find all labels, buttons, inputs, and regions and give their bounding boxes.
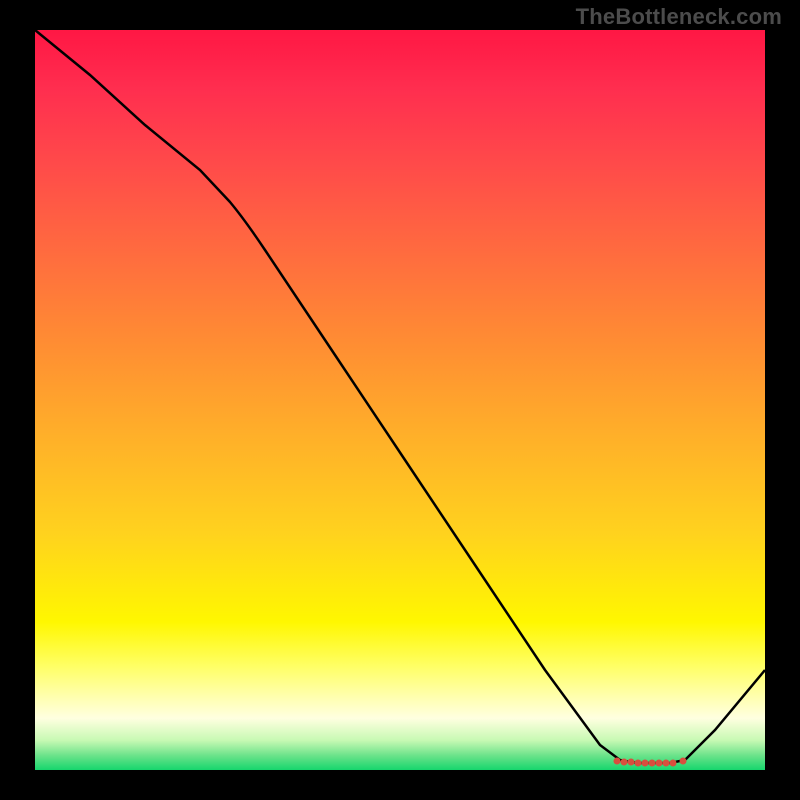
data-point bbox=[628, 759, 635, 766]
data-point bbox=[635, 760, 642, 767]
plot-area bbox=[35, 30, 765, 770]
data-point bbox=[663, 760, 670, 767]
data-line bbox=[35, 30, 765, 763]
chart-svg bbox=[35, 30, 765, 770]
data-point bbox=[621, 759, 628, 766]
chart-frame: TheBottleneck.com bbox=[0, 0, 800, 800]
data-point bbox=[614, 758, 621, 765]
bottom-point-cluster bbox=[614, 758, 687, 767]
data-point bbox=[642, 760, 649, 767]
data-point bbox=[656, 760, 663, 767]
data-point bbox=[670, 760, 677, 767]
data-point bbox=[680, 758, 687, 765]
data-point bbox=[649, 760, 656, 767]
watermark-text: TheBottleneck.com bbox=[576, 4, 782, 30]
